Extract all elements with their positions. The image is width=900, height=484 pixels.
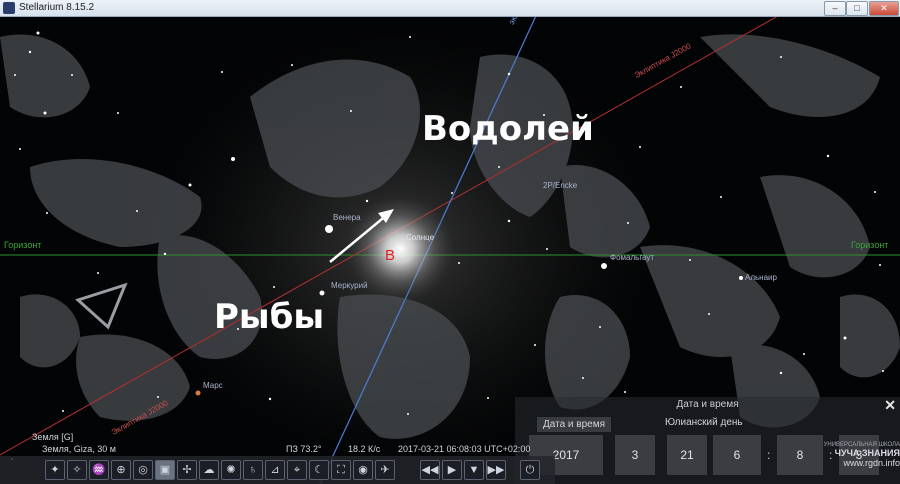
- constellation-labels-icon[interactable]: ✧: [67, 460, 87, 480]
- fps-text: 18.2 К/с: [348, 444, 381, 454]
- mars-label[interactable]: Марс: [203, 381, 223, 390]
- satellites-icon[interactable]: ✈: [375, 460, 395, 480]
- location-label: Земля [G]: [32, 432, 74, 442]
- ground-icon[interactable]: ▣: [155, 460, 175, 480]
- cardinal-points-icon[interactable]: ✢: [177, 460, 197, 480]
- realtime-icon[interactable]: ▼: [464, 460, 484, 480]
- month-field[interactable]: 3: [615, 435, 655, 475]
- watermark-line3: www.rgdn.info: [843, 458, 900, 468]
- fomalhaut-label[interactable]: Фомальгаут: [610, 253, 654, 262]
- equatorial-grid-icon[interactable]: ⊕: [111, 460, 131, 480]
- ocular-icon[interactable]: ◉: [353, 460, 373, 480]
- minimize-button[interactable]: –: [824, 1, 846, 16]
- night-mode-icon[interactable]: ☾: [309, 460, 329, 480]
- faster-icon[interactable]: ▶▶: [486, 460, 506, 480]
- constellation-lines-icon[interactable]: ✦: [45, 460, 65, 480]
- fov-text: ПЗ 73.2°: [286, 444, 322, 454]
- horizon-label-right: Горизонт: [851, 240, 889, 250]
- dialog-title: Дата и время: [676, 399, 739, 410]
- triangulum-art: [75, 282, 128, 330]
- atmosphere-icon[interactable]: ☁: [199, 460, 219, 480]
- equatorial-mount-icon[interactable]: ⊿: [265, 460, 285, 480]
- azimuthal-grid-icon[interactable]: ◎: [133, 460, 153, 480]
- hour-field[interactable]: 6: [713, 435, 761, 475]
- watermark-logo: УНИВЕРСАЛЬНАЯ ШКОЛА ЧУЧА ЗНАНИЯ www.rgdn…: [808, 442, 900, 484]
- day-field[interactable]: 21: [667, 435, 707, 475]
- tab-julian-day[interactable]: Юлианский день: [665, 417, 743, 428]
- venus-label[interactable]: Венера: [333, 213, 361, 222]
- window-title: Stellarium 8.15.2: [19, 2, 95, 13]
- mars-dot: [195, 390, 201, 396]
- alnair-label[interactable]: Альнаир: [745, 273, 777, 282]
- vernal-equinox-marker: В: [385, 247, 396, 264]
- mercury-dot: [319, 290, 325, 296]
- play-icon[interactable]: ▶: [442, 460, 462, 480]
- comet-label[interactable]: 2P/Encke: [543, 181, 577, 190]
- aquarius-annotation: Водолей: [422, 109, 594, 149]
- dialog-close-icon[interactable]: ✕: [884, 397, 896, 414]
- watermark-line2: ЧУЧА ЗНАНИЯ: [834, 448, 900, 458]
- horizon-label-left: Горизонт: [4, 240, 42, 250]
- fomalhaut-dot: [601, 263, 607, 269]
- alnair-dot: [739, 276, 743, 280]
- mercury-label[interactable]: Меркурий: [331, 281, 368, 290]
- close-button[interactable]: ✕: [869, 1, 899, 16]
- center-object-icon[interactable]: ⌖: [287, 460, 307, 480]
- bottom-toolbar: ✦ ✧ ♒ ⊕ ◎ ▣ ✢ ☁ ✺ ♄ ⊿ ⌖ ☾ ⛶ ◉ ✈ ◀◀ ▶ ▼ ▶…: [0, 456, 555, 484]
- pisces-annotation: Рыбы: [214, 297, 325, 337]
- datetime-text: 2017-03-21 06:08:03 UTC+02:00: [398, 444, 531, 454]
- tab-date-time[interactable]: Дата и время: [537, 417, 612, 432]
- location-text: Земля, Giza, 30 м: [42, 444, 116, 454]
- constellation-art-icon[interactable]: ♒: [89, 460, 109, 480]
- time-separator: :: [767, 448, 771, 462]
- maximize-button[interactable]: □: [846, 1, 868, 16]
- full-screen-icon[interactable]: ⛶: [331, 460, 351, 480]
- nebulae-icon[interactable]: ✺: [221, 460, 241, 480]
- venus-dot: [325, 225, 333, 233]
- quit-icon[interactable]: ⏻: [520, 460, 540, 480]
- window-title-bar: Stellarium 8.15.2 – □ ✕: [0, 0, 900, 17]
- sun-label[interactable]: Солнце: [406, 233, 434, 242]
- slower-icon[interactable]: ◀◀: [420, 460, 440, 480]
- stellarium-app-icon: [3, 2, 15, 14]
- planet-labels-icon[interactable]: ♄: [243, 460, 263, 480]
